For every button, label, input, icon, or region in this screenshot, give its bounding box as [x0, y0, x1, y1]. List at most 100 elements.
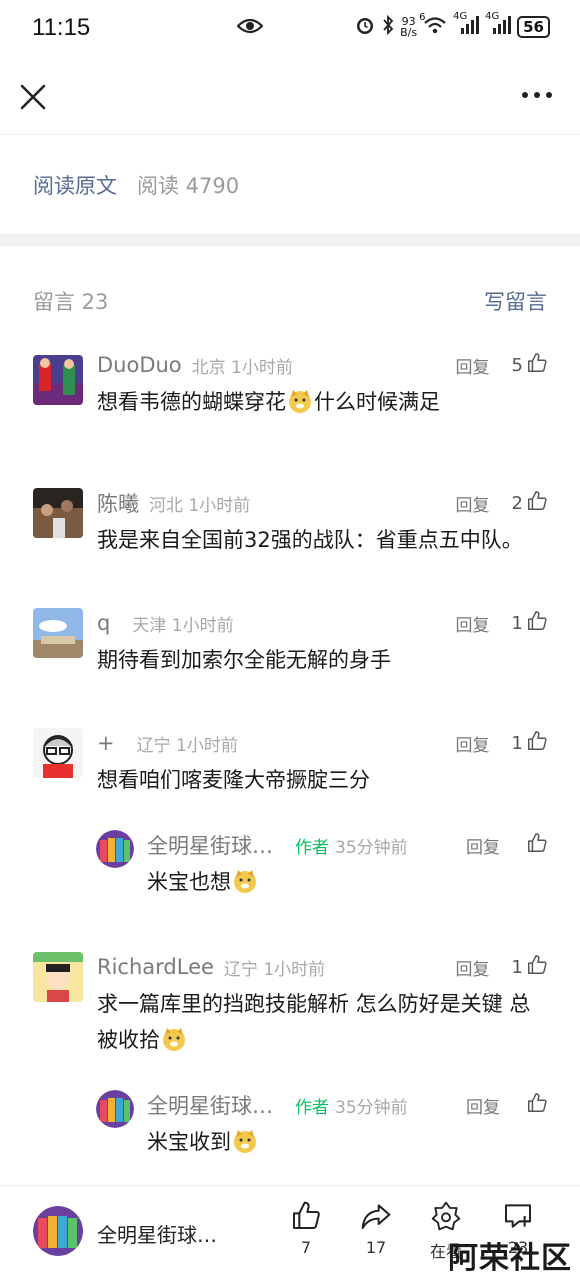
- account-name[interactable]: 全明星街球…: [97, 1219, 217, 1248]
- comment-text-part: 想看韦德的蝴蝶穿花: [97, 390, 286, 414]
- comment-meta: 天津 1小时前: [132, 615, 234, 636]
- thumb-up-icon: [276, 1200, 336, 1232]
- comment-text: 想看韦德的蝴蝶穿花 什么时候满足: [97, 384, 548, 420]
- reply-text-part: 米宝收到: [147, 1130, 231, 1154]
- article-footer: 阅读原文 阅读 4790: [0, 134, 580, 234]
- like-count: 1: [511, 612, 523, 634]
- comment-text: 想看咱们喀麦隆大帝撅腚三分: [97, 768, 370, 792]
- status-bar: 11:15 93 B/s 6 4G 4G 56: [0, 0, 580, 56]
- comment-icon: [488, 1200, 548, 1232]
- avatar[interactable]: [33, 728, 83, 778]
- avatar[interactable]: [33, 488, 83, 538]
- comment-author[interactable]: +: [97, 731, 115, 755]
- doge-emoji-icon: [232, 1128, 258, 1154]
- reply-button[interactable]: 回复: [456, 731, 490, 756]
- like-count: 2: [511, 492, 523, 514]
- comment-text: 我是来自全国前32强的战队：省重点五中队。: [97, 528, 523, 552]
- comments-header: 留言 23 写留言: [0, 246, 580, 356]
- comment-text: 期待看到加索尔全能无解的身手: [97, 648, 391, 672]
- share-button[interactable]: 17: [346, 1200, 406, 1257]
- avatar[interactable]: [96, 830, 134, 868]
- net-speed-unit: B/s: [400, 25, 418, 39]
- share-count: 17: [365, 1238, 387, 1257]
- comment-item: q 天津 1小时前 回复 1 期待看到加索尔全能无解的身手: [0, 608, 580, 678]
- thumb-up-icon[interactable]: [526, 490, 548, 516]
- like-button[interactable]: 7: [276, 1200, 336, 1257]
- close-icon[interactable]: [18, 82, 48, 112]
- avatar[interactable]: [33, 355, 83, 405]
- doge-emoji-icon: [161, 1026, 187, 1052]
- net-speed: 93 B/s: [400, 16, 417, 38]
- comment-author[interactable]: DuoDuo: [97, 353, 182, 377]
- comment-author[interactable]: RichardLee: [97, 955, 214, 979]
- comment-author[interactable]: q: [97, 611, 110, 635]
- reply-button[interactable]: 回复: [466, 1093, 500, 1118]
- comment-author[interactable]: 陈曦: [97, 488, 139, 518]
- like-count: 5: [511, 354, 523, 376]
- status-icons: 93 B/s 6 4G 4G 56: [354, 11, 550, 39]
- reply-author[interactable]: 全明星街球…: [147, 1090, 273, 1120]
- avatar[interactable]: [33, 608, 83, 658]
- thumb-up-icon[interactable]: [526, 832, 548, 858]
- thumb-up-icon[interactable]: [526, 610, 548, 636]
- reply-button[interactable]: 回复: [456, 955, 490, 980]
- bottom-action-bar: 全明星街球… 7 17 在看 23 阿荣社区: [0, 1185, 580, 1279]
- like-count: 1: [511, 732, 523, 754]
- signal-icon: 4G: [453, 11, 480, 38]
- status-time: 11:15: [32, 14, 91, 41]
- thumb-up-icon[interactable]: [526, 352, 548, 378]
- read-original-link[interactable]: 阅读原文: [33, 170, 117, 200]
- reply-button[interactable]: 回复: [456, 353, 490, 378]
- top-nav: [0, 56, 580, 134]
- section-divider: [0, 234, 580, 246]
- reply-text: 米宝收到: [147, 1124, 548, 1160]
- doge-emoji-icon: [287, 388, 313, 414]
- comment-item: RichardLee 辽宁 1小时前 回复 1 求一篇库里的挡跑技能解析 怎么防…: [0, 952, 580, 1058]
- comment-item: + 辽宁 1小时前 回复 1 想看咱们喀麦隆大帝撅腚三分: [0, 728, 580, 798]
- reply-text: 米宝也想: [147, 864, 548, 900]
- battery-icon: 56: [517, 15, 550, 38]
- doge-emoji-icon: [232, 868, 258, 894]
- more-icon[interactable]: [522, 92, 552, 98]
- thumb-up-icon[interactable]: [526, 1092, 548, 1118]
- read-count: 阅读 4790: [137, 173, 240, 198]
- reply-button[interactable]: 回复: [456, 491, 490, 516]
- comment-meta: 辽宁 1小时前: [223, 959, 326, 980]
- author-badge: 作者: [295, 1097, 329, 1118]
- thumb-up-icon[interactable]: [526, 730, 548, 756]
- signal-icon: 4G: [485, 11, 512, 38]
- reply-button[interactable]: 回复: [466, 833, 500, 858]
- author-badge: 作者: [295, 837, 329, 858]
- comment-meta: 河北 1小时前: [149, 495, 251, 516]
- account-avatar[interactable]: [33, 1206, 83, 1256]
- comments-count: 留言 23: [33, 290, 109, 314]
- reply-time: 35分钟前: [335, 1097, 408, 1118]
- eye-icon: [236, 16, 264, 42]
- comment-item: DuoDuo 北京 1小时前 回复 5 想看韦德的蝴蝶穿花 什么时候满足: [0, 350, 580, 420]
- author-reply: 全明星街球… 作者 35分钟前 回复 米宝收到: [0, 1090, 580, 1160]
- reply-text-part: 米宝也想: [147, 870, 231, 894]
- thumb-up-icon[interactable]: [526, 954, 548, 980]
- avatar[interactable]: [33, 952, 83, 1002]
- wifi-label: 6: [419, 12, 426, 23]
- bluetooth-icon: [382, 14, 394, 38]
- comment-item: 陈曦 河北 1小时前 回复 2 我是来自全国前32强的战队：省重点五中队。: [0, 488, 580, 558]
- signal-label: 4G: [453, 11, 468, 22]
- watermark-logo: 阿荣社区: [448, 1241, 572, 1276]
- comment-meta: 北京 1小时前: [191, 357, 293, 378]
- author-reply: 全明星街球… 作者 35分钟前 回复 米宝也想: [0, 830, 580, 900]
- like-count: 7: [300, 1238, 312, 1257]
- avatar[interactable]: [96, 1090, 134, 1128]
- like-count: 1: [511, 956, 523, 978]
- reply-author[interactable]: 全明星街球…: [147, 830, 273, 860]
- zaikan-icon: [416, 1200, 476, 1232]
- comment-text: 求一篇库里的挡跑技能解析 怎么防好是关键 总被收拾: [97, 986, 548, 1058]
- reply-time: 35分钟前: [335, 837, 408, 858]
- alarm-icon: [354, 14, 376, 39]
- share-icon: [346, 1200, 406, 1232]
- write-comment-button[interactable]: 写留言: [484, 286, 547, 316]
- comment-text-part: 什么时候满足: [314, 390, 440, 414]
- net-speed-value: 93: [401, 14, 416, 28]
- wifi-icon: 6: [419, 12, 447, 37]
- reply-button[interactable]: 回复: [456, 611, 490, 636]
